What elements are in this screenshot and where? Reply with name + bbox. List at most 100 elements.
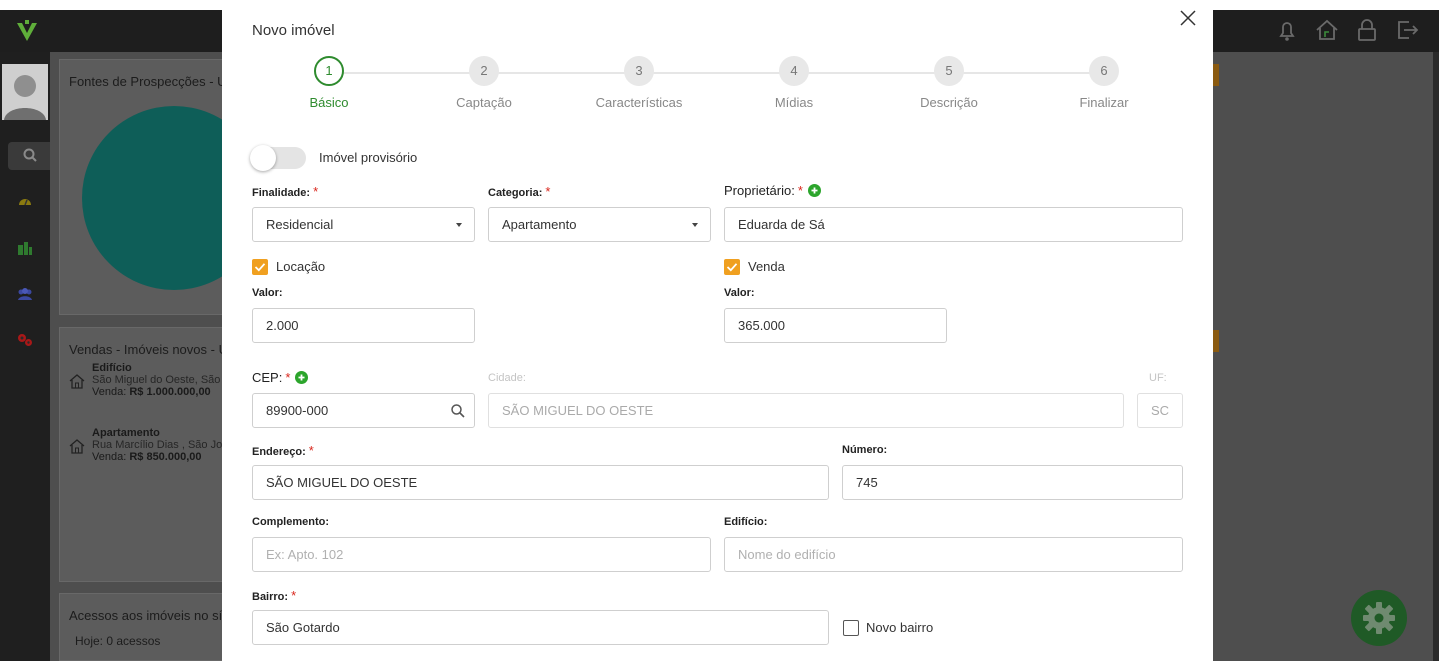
provisional-toggle[interactable] [250,145,306,171]
uf-field: SC [1137,393,1183,428]
step-number: 1 [314,56,344,86]
caret-down-icon [692,223,698,227]
top-white-rule [0,0,1439,10]
settings-fab-button[interactable] [1351,590,1407,646]
lock-icon[interactable] [1353,16,1381,44]
new-property-modal: Novo imóvel 1 Básico 2 Captação 3 Caract… [222,10,1213,661]
orange-indicator [1213,64,1219,86]
add-owner-plus-icon[interactable] [807,184,821,197]
numero-field[interactable]: 745 [842,465,1183,500]
venda-valor-value: 365.000 [738,318,785,333]
cep-field[interactable]: 89900-000 [252,393,475,428]
step-midias[interactable]: 4 Mídias [734,56,854,110]
card-title: Vendas - Imóveis novos - U [69,342,228,357]
bairro-value: São Gotardo [266,620,340,635]
endereco-label: Endereço: * [252,443,314,458]
price-label: Venda: [92,386,127,398]
property-type: Edifício [92,362,132,374]
step-number: 3 [624,56,654,86]
list-item[interactable]: Edifício São Miguel do Oeste, São Venda:… [68,362,220,398]
card-title: Acessos aos imóveis no sí [69,608,223,623]
step-label: Básico [309,95,349,110]
property-address: São Miguel do Oeste, São [92,374,221,386]
finalidade-select[interactable]: Residencial [252,207,475,242]
edificio-placeholder: Nome do edifício [738,547,836,562]
card-property-access: Acessos aos imóveis no sí Hoje: 0 acesso… [59,593,229,661]
cidade-label: Cidade: [488,372,526,384]
complemento-field[interactable]: Ex: Apto. 102 [252,537,711,572]
locacao-valor-label: Valor: [252,287,283,299]
step-basico[interactable]: 1 Básico [269,56,389,110]
cidade-value: SÃO MIGUEL DO OESTE [502,403,654,418]
locacao-valor-field[interactable]: 2.000 [252,308,475,343]
dashboard-gauge-icon[interactable] [16,192,34,210]
uf-label: UF: [1149,372,1167,384]
edificio-field[interactable]: Nome do edifício [724,537,1183,572]
venda-valor-label: Valor: [724,287,755,299]
avatar[interactable] [2,64,48,120]
bell-icon[interactable] [1273,16,1301,44]
price-label: Venda: [92,451,127,463]
users-icon[interactable] [16,285,34,303]
close-icon[interactable] [1177,7,1199,29]
locacao-checkbox[interactable] [252,259,268,275]
locacao-label: Locação [276,259,326,274]
bairro-label: Bairro: * [252,588,297,603]
price-value: R$ 1.000.000,00 [129,386,211,398]
property-address: Rua Marcílio Dias , São Jo [92,439,223,451]
today-label: Hoje: [75,634,104,648]
numero-value: 745 [856,475,878,490]
categoria-select[interactable]: Apartamento [488,207,711,242]
app-logo-icon[interactable] [14,18,40,44]
finalidade-label: Finalidade: * [252,184,319,199]
complemento-placeholder: Ex: Apto. 102 [266,547,344,562]
bairro-field[interactable]: São Gotardo [252,610,829,645]
categoria-label: Categoria: * [488,184,551,199]
card-title: Fontes de Prospecções - U [69,74,227,89]
locacao-valor-value: 2.000 [266,318,299,333]
step-number: 2 [469,56,499,86]
edificio-label: Edifício: [724,516,768,528]
cep-label: CEP: * [252,370,309,385]
step-caracteristicas[interactable]: 3 Características [579,56,699,110]
toggle-knob [250,145,276,171]
step-captacao[interactable]: 2 Captação [424,56,544,110]
card-sales-new-properties: Vendas - Imóveis novos - U Edifício São … [59,327,229,582]
venda-valor-field[interactable]: 365.000 [724,308,947,343]
wizard-stepper: 1 Básico 2 Captação 3 Características 4 … [252,56,1182,116]
today-value: 0 acessos [106,634,161,648]
proprietario-value: Eduarda de Sá [738,217,825,232]
right-edge-strip [1433,52,1439,661]
caret-down-icon [456,223,462,227]
proprietario-field[interactable]: Eduarda de Sá [724,207,1183,242]
complemento-label: Complemento: [252,516,329,528]
sidebar-search-button[interactable] [8,142,50,170]
venda-checkbox[interactable] [724,259,740,275]
novo-bairro-checkbox[interactable] [843,620,859,636]
house-icon [69,374,85,389]
endereco-value: SÃO MIGUEL DO OESTE [266,475,418,490]
house-icon[interactable] [1313,16,1341,44]
endereco-field[interactable]: SÃO MIGUEL DO OESTE [252,465,829,500]
step-label: Finalizar [1079,95,1129,110]
buildings-icon[interactable] [16,239,34,257]
logout-icon[interactable] [1393,16,1421,44]
step-label: Captação [456,95,512,110]
cep-value: 89900-000 [266,403,329,418]
add-cep-plus-icon[interactable] [295,371,309,384]
cidade-field: SÃO MIGUEL DO OESTE [488,393,1124,428]
step-number: 4 [779,56,809,86]
search-icon[interactable] [450,403,466,419]
step-descricao[interactable]: 5 Descrição [889,56,1009,110]
venda-label: Venda [748,259,785,274]
step-number: 5 [934,56,964,86]
settings-gears-icon[interactable] [16,331,34,349]
price-value: R$ 850.000,00 [129,451,202,463]
proprietario-label: Proprietário: * [724,183,821,198]
card-prospection-sources: Fontes de Prospecções - U [59,59,266,315]
modal-title: Novo imóvel [252,22,335,39]
left-sidebar [0,52,50,661]
list-item[interactable]: Apartamento Rua Marcílio Dias , São Jo V… [68,427,222,463]
gear-icon [1363,602,1395,634]
step-finalizar[interactable]: 6 Finalizar [1044,56,1164,110]
